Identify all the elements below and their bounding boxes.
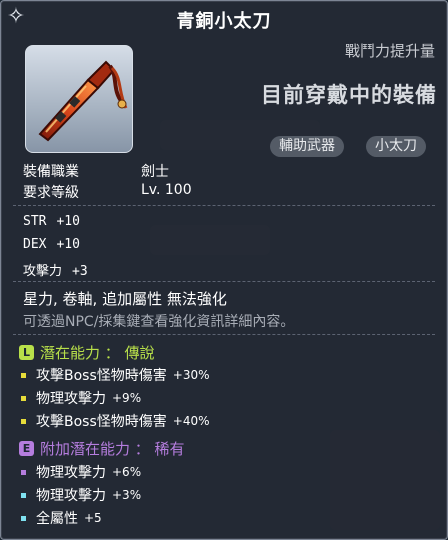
bonus-potential-header: E 附加潛在能力 ： 稀有 bbox=[19, 438, 185, 459]
stat-name: DEX bbox=[23, 237, 47, 252]
legendary-badge-icon: L bbox=[19, 345, 34, 360]
potential-label: 攻擊Boss怪物時傷害 bbox=[36, 368, 167, 384]
bonus-potential-label: 物理攻擊力 bbox=[36, 488, 106, 504]
stat-value: +10 bbox=[56, 214, 80, 229]
divider bbox=[13, 281, 435, 282]
potential-label: 攻擊Boss怪物時傷害 bbox=[36, 414, 167, 430]
bonus-potential-value: +6% bbox=[112, 465, 142, 479]
item-tooltip: ✧ 青銅小太刀 戰鬥力提升量 目前穿戴中的裝備 輔助武器 小太刀 裝備職業 劍士… bbox=[0, 0, 448, 540]
job-value: 劍士 bbox=[141, 164, 169, 180]
bonus-potential-value: +3% bbox=[112, 488, 142, 502]
potential-line: 物理攻擊力 +9% bbox=[21, 388, 141, 408]
potential-value: +30% bbox=[172, 368, 210, 382]
stat-str: STR +10 bbox=[23, 214, 80, 229]
stat-attack: 攻擊力 +3 bbox=[23, 260, 88, 279]
bonus-potential-line: 全屬性 +5 bbox=[21, 508, 102, 528]
potential-header: L 潛在能力 ： 傳說 bbox=[19, 342, 155, 363]
potential-label: 物理攻擊力 bbox=[36, 391, 106, 407]
divider bbox=[13, 334, 435, 335]
item-name: 青銅小太刀 bbox=[176, 11, 272, 32]
upgrade-hint: 可透過NPC/採集鍵查看強化資訊詳細內容。 bbox=[23, 314, 295, 330]
bullet-icon bbox=[21, 492, 26, 498]
bonus-potential-value: +5 bbox=[84, 511, 102, 525]
upgrade-flags: 星力, 卷軸, 追加屬性 無法強化 bbox=[23, 290, 227, 308]
bullet-icon bbox=[21, 395, 26, 401]
epic-badge-icon: E bbox=[19, 441, 34, 456]
bonus-potential-title: 附加潛在能力 ： 稀有 bbox=[40, 440, 185, 458]
potential-value: +9% bbox=[112, 391, 142, 405]
short-blade-weapon-icon bbox=[38, 60, 128, 142]
stat-value: +10 bbox=[56, 237, 80, 252]
tag-weapon-category: 輔助武器 bbox=[270, 136, 344, 157]
potential-line: 攻擊Boss怪物時傷害 +40% bbox=[21, 411, 210, 431]
stat-value: +3 bbox=[72, 264, 88, 279]
equipped-label: 目前穿戴中的裝備 bbox=[261, 83, 437, 107]
item-icon-frame bbox=[25, 45, 133, 153]
level-value: Lv. 100 bbox=[141, 182, 192, 198]
potential-value: +40% bbox=[172, 414, 210, 428]
stat-name: STR bbox=[23, 214, 47, 229]
tag-weapon-type: 小太刀 bbox=[366, 136, 426, 157]
bullet-icon bbox=[21, 418, 26, 424]
power-up-label: 戰鬥力提升量 bbox=[344, 42, 435, 60]
bullet-icon bbox=[21, 372, 26, 378]
level-label: 要求等級 bbox=[23, 185, 79, 201]
divider bbox=[13, 205, 435, 206]
bonus-potential-label: 全屬性 bbox=[36, 511, 78, 527]
job-label: 裝備職業 bbox=[23, 164, 79, 180]
bonus-potential-line: 物理攻擊力 +3% bbox=[21, 485, 141, 505]
bonus-potential-line: 物理攻擊力 +6% bbox=[21, 462, 141, 482]
bonus-potential-label: 物理攻擊力 bbox=[36, 465, 106, 481]
potential-line: 攻擊Boss怪物時傷害 +30% bbox=[21, 365, 210, 385]
bullet-icon bbox=[21, 515, 26, 521]
bullet-icon bbox=[21, 469, 26, 475]
stat-dex: DEX +10 bbox=[23, 237, 80, 252]
stat-name: 攻擊力 bbox=[23, 264, 63, 279]
potential-title: 潛在能力 ： 傳說 bbox=[40, 344, 155, 362]
